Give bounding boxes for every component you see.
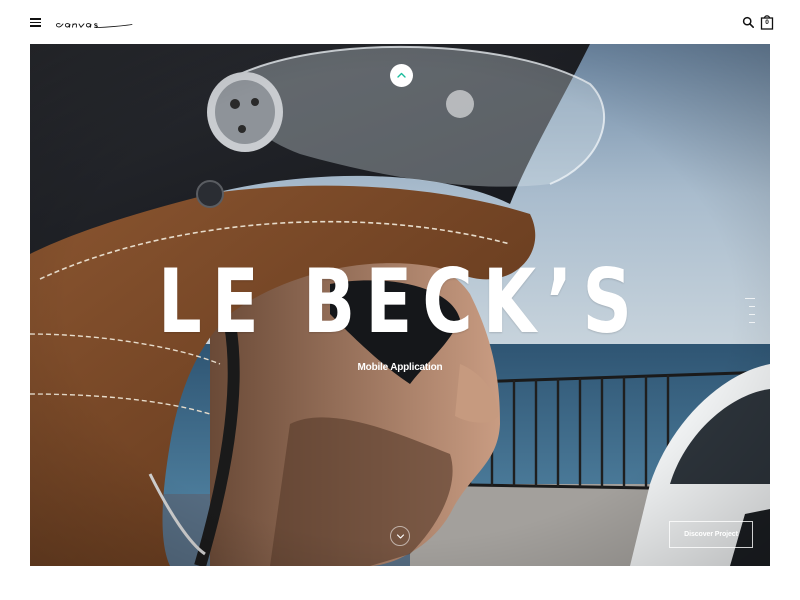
scroll-down-button[interactable] (390, 526, 410, 546)
discover-project-button[interactable]: Discover Project (669, 521, 753, 548)
slide-dot-1[interactable] (745, 298, 755, 299)
slide-dot-3[interactable] (749, 314, 755, 315)
chevron-down-icon (396, 534, 405, 539)
site-header: 0 (0, 0, 800, 44)
slide-dot-4[interactable] (749, 322, 755, 323)
shopping-bag-icon[interactable]: 0 (760, 14, 774, 30)
canvas-logo[interactable] (52, 9, 142, 33)
slide-pagination (745, 296, 755, 330)
chevron-up-icon (397, 72, 406, 78)
cart-count-badge: 0 (765, 19, 769, 26)
slide-dot-2[interactable] (749, 306, 755, 307)
hero-title: LE BECK’S (157, 250, 643, 353)
hamburger-menu-icon[interactable] (30, 18, 41, 27)
scroll-up-button[interactable] (390, 64, 413, 87)
search-icon[interactable] (742, 16, 755, 29)
hero-slider: LE BECK’S Mobile Application Discover Pr… (30, 44, 770, 566)
hero-subtitle: Mobile Application (357, 362, 443, 373)
